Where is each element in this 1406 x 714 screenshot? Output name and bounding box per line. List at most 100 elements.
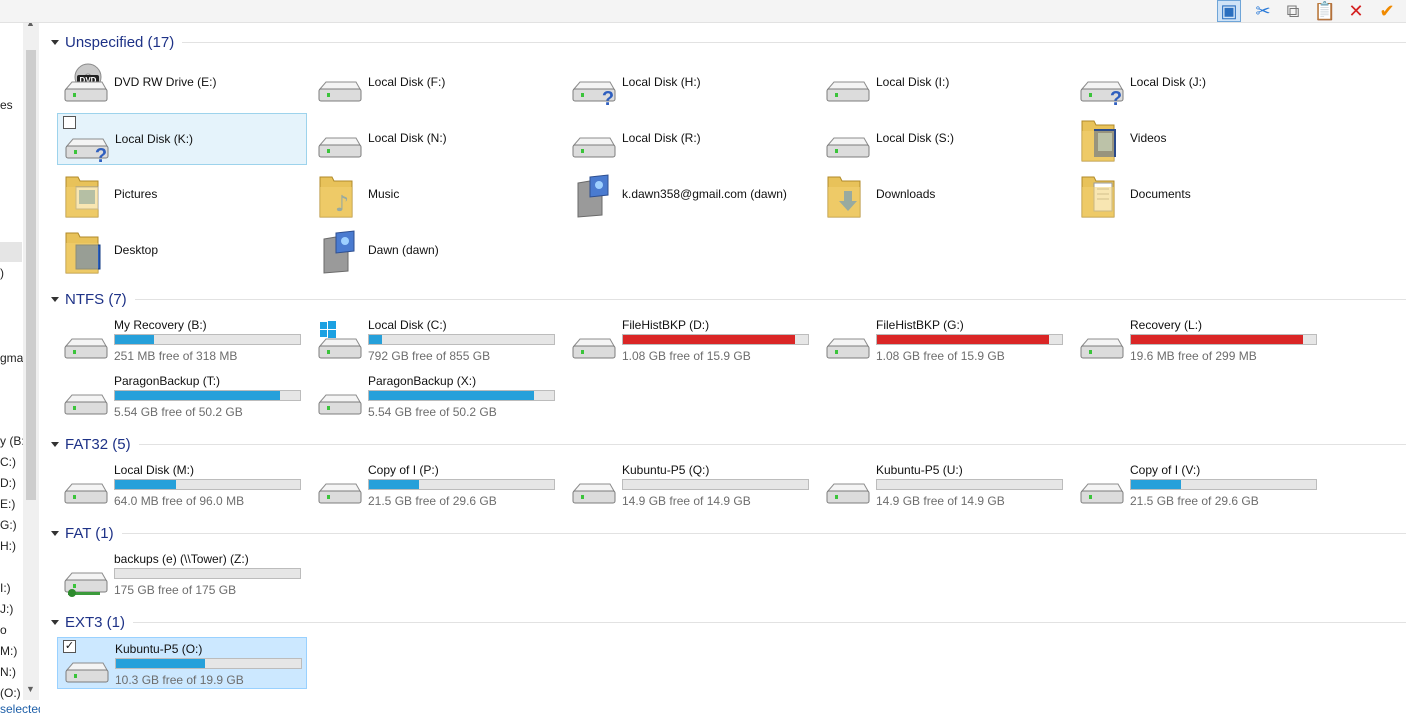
drive-tile[interactable]: Pictures bbox=[57, 169, 307, 221]
group-header[interactable]: FAT32 (5) bbox=[51, 434, 1406, 454]
drive-tile[interactable]: Local Disk (I:) bbox=[819, 57, 1069, 109]
drive-name: Copy of I (V:) bbox=[1130, 463, 1201, 477]
nav-item[interactable]: es bbox=[0, 98, 13, 112]
free-space-text: 10.3 GB free of 19.9 GB bbox=[115, 673, 244, 687]
drive-name: Documents bbox=[1130, 187, 1191, 201]
drive-tile[interactable]: Local Disk (R:) bbox=[565, 113, 815, 165]
group-title: FAT32 (5) bbox=[65, 435, 131, 453]
capacity-bar bbox=[114, 334, 301, 345]
nav-item[interactable]: D:) bbox=[0, 476, 16, 490]
nav-item[interactable]: I:) bbox=[0, 581, 11, 595]
svg-text:?: ? bbox=[602, 88, 614, 107]
capacity-bar bbox=[115, 658, 302, 669]
scrollbar-thumb[interactable] bbox=[26, 50, 36, 500]
scroll-down-icon[interactable]: ▼ bbox=[26, 684, 35, 694]
drive-icon bbox=[822, 463, 872, 509]
drive-name: Local Disk (N:) bbox=[368, 131, 447, 145]
drive-tile[interactable]: Local Disk (S:) bbox=[819, 113, 1069, 165]
free-space-text: 175 GB free of 175 GB bbox=[114, 583, 237, 597]
drive-tile[interactable]: FileHistBKP (D:) 1.08 GB free of 15.9 GB bbox=[565, 314, 815, 366]
dvd-drive-icon: DVD bbox=[60, 61, 110, 107]
music-folder-icon: ♪ bbox=[314, 173, 364, 219]
drive-tile[interactable]: Kubuntu-P5 (Q:) 14.9 GB free of 14.9 GB bbox=[565, 459, 815, 511]
nav-item[interactable]: E:) bbox=[0, 497, 15, 511]
free-space-text: 5.54 GB free of 50.2 GB bbox=[114, 405, 243, 419]
selection-checkbox[interactable] bbox=[63, 116, 76, 129]
selection-checkbox[interactable]: ✓ bbox=[63, 640, 76, 653]
drive-tile[interactable]: Downloads bbox=[819, 169, 1069, 221]
free-space-text: 64.0 MB free of 96.0 MB bbox=[114, 494, 245, 508]
nav-item[interactable]: H:) bbox=[0, 539, 16, 553]
drive-name: Dawn (dawn) bbox=[368, 243, 439, 257]
drive-tile[interactable]: FileHistBKP (G:) 1.08 GB free of 15.9 GB bbox=[819, 314, 1069, 366]
drive-tile[interactable]: DVD DVD RW Drive (E:) bbox=[57, 57, 307, 109]
nav-item[interactable]: (O:) bbox=[0, 686, 21, 700]
drive-tile[interactable]: ParagonBackup (X:) 5.54 GB free of 50.2 G… bbox=[311, 370, 561, 422]
drive-icon bbox=[60, 318, 110, 364]
nav-item[interactable]: o bbox=[0, 623, 7, 637]
drive-tile[interactable]: ♪ Music bbox=[311, 169, 561, 221]
capacity-bar bbox=[368, 334, 555, 345]
drive-name: ParagonBackup (X:) bbox=[368, 374, 477, 388]
drive-tile[interactable]: Copy of I (P:) 21.5 GB free of 29.6 GB bbox=[311, 459, 561, 511]
drive-icon bbox=[822, 318, 872, 364]
drive-tile[interactable]: Recovery (L:) 19.6 MB free of 299 MB bbox=[1073, 314, 1323, 366]
drive-tile[interactable]: My Recovery (B:) 251 MB free of 318 MB bbox=[57, 314, 307, 366]
drive-tile[interactable]: Copy of I (V:) 21.5 GB free of 29.6 GB bbox=[1073, 459, 1323, 511]
group-header[interactable]: Unspecified (17) bbox=[51, 32, 1406, 52]
drive-tile[interactable]: Local Disk (F:) bbox=[311, 57, 561, 109]
drive-name: Local Disk (H:) bbox=[622, 75, 701, 89]
drive-tile[interactable]: ParagonBackup (T:) 5.54 GB free of 50.2 G… bbox=[57, 370, 307, 422]
navigation-pane[interactable]: es) gma y (B:) C:) D:) E:) G:) H:) I:) J:) o M:) N:)… bbox=[0, 0, 40, 714]
drive-icon bbox=[314, 61, 364, 107]
capacity-bar-fill bbox=[115, 391, 280, 400]
drive-tile[interactable]: Desktop bbox=[57, 225, 307, 277]
nav-item[interactable]: ) bbox=[0, 266, 4, 280]
collapse-triangle-icon[interactable] bbox=[51, 39, 59, 45]
collapse-triangle-icon[interactable] bbox=[51, 296, 59, 302]
capacity-bar bbox=[876, 479, 1063, 490]
svg-text:?: ? bbox=[95, 145, 107, 164]
nav-scrollbar[interactable]: ▲ ▼ bbox=[23, 18, 39, 700]
drive-name: Kubuntu-P5 (Q:) bbox=[622, 463, 710, 477]
capacity-bar-fill bbox=[1131, 335, 1304, 344]
drive-name: DVD RW Drive (E:) bbox=[114, 75, 217, 89]
collapse-triangle-icon[interactable] bbox=[51, 441, 59, 447]
drive-tile[interactable]: Videos bbox=[1073, 113, 1323, 165]
nav-item[interactable]: J:) bbox=[0, 602, 13, 616]
drive-name: ParagonBackup (T:) bbox=[114, 374, 221, 388]
group-header[interactable]: EXT3 (1) bbox=[51, 612, 1406, 632]
nav-item[interactable]: N:) bbox=[0, 665, 16, 679]
nav-item[interactable]: G:) bbox=[0, 518, 17, 532]
capacity-bar bbox=[368, 479, 555, 490]
drive-tile[interactable]: Local Disk (M:) 64.0 MB free of 96.0 MB bbox=[57, 459, 307, 511]
drive-tile[interactable]: Dawn (dawn) bbox=[311, 225, 561, 277]
collapse-triangle-icon[interactable] bbox=[51, 619, 59, 625]
group-header[interactable]: NTFS (7) bbox=[51, 289, 1406, 309]
user-folder-icon bbox=[314, 229, 364, 275]
drive-tile[interactable]: ? Local Disk (H:) bbox=[565, 57, 815, 110]
nav-item[interactable]: gma bbox=[0, 351, 23, 365]
drive-tile[interactable]: Local Disk (N:) bbox=[311, 113, 561, 165]
drive-tile[interactable]: backups (e) (\\Tower) (Z:) 175 GB free of… bbox=[57, 548, 307, 600]
drive-tile[interactable]: k.dawn358@gmail.com (dawn) bbox=[565, 169, 815, 221]
free-space-text: 1.08 GB free of 15.9 GB bbox=[876, 349, 1005, 363]
drive-tile[interactable]: ? Local Disk (J:) bbox=[1073, 57, 1323, 110]
drive-tile[interactable]: Local Disk (C:) 792 GB free of 855 GB bbox=[311, 314, 561, 366]
drive-icon bbox=[1076, 463, 1126, 509]
drive-icon bbox=[1076, 318, 1126, 364]
collapse-triangle-icon[interactable] bbox=[51, 530, 59, 536]
nav-item[interactable]: C:) bbox=[0, 455, 16, 469]
drive-name: Pictures bbox=[114, 187, 158, 201]
free-space-text: 5.54 GB free of 50.2 GB bbox=[368, 405, 497, 419]
drive-tile[interactable]: Documents bbox=[1073, 169, 1323, 221]
drive-tile[interactable]: Kubuntu-P5 (U:) 14.9 GB free of 14.9 GB bbox=[819, 459, 1069, 511]
drive-tile[interactable]: ✓ Kubuntu-P5 (O:) 10.3 GB free of 19.9 GB bbox=[57, 637, 307, 689]
drive-name: backups (e) (\\Tower) (Z:) bbox=[114, 552, 249, 566]
group-title: FAT (1) bbox=[65, 524, 114, 542]
group-header[interactable]: FAT (1) bbox=[51, 523, 1406, 543]
drive-name: Downloads bbox=[876, 187, 936, 201]
drive-unknown-icon: ? bbox=[568, 61, 618, 110]
drive-tile[interactable]: ? Local Disk (K:) bbox=[57, 113, 307, 167]
nav-item[interactable]: M:) bbox=[0, 644, 17, 658]
